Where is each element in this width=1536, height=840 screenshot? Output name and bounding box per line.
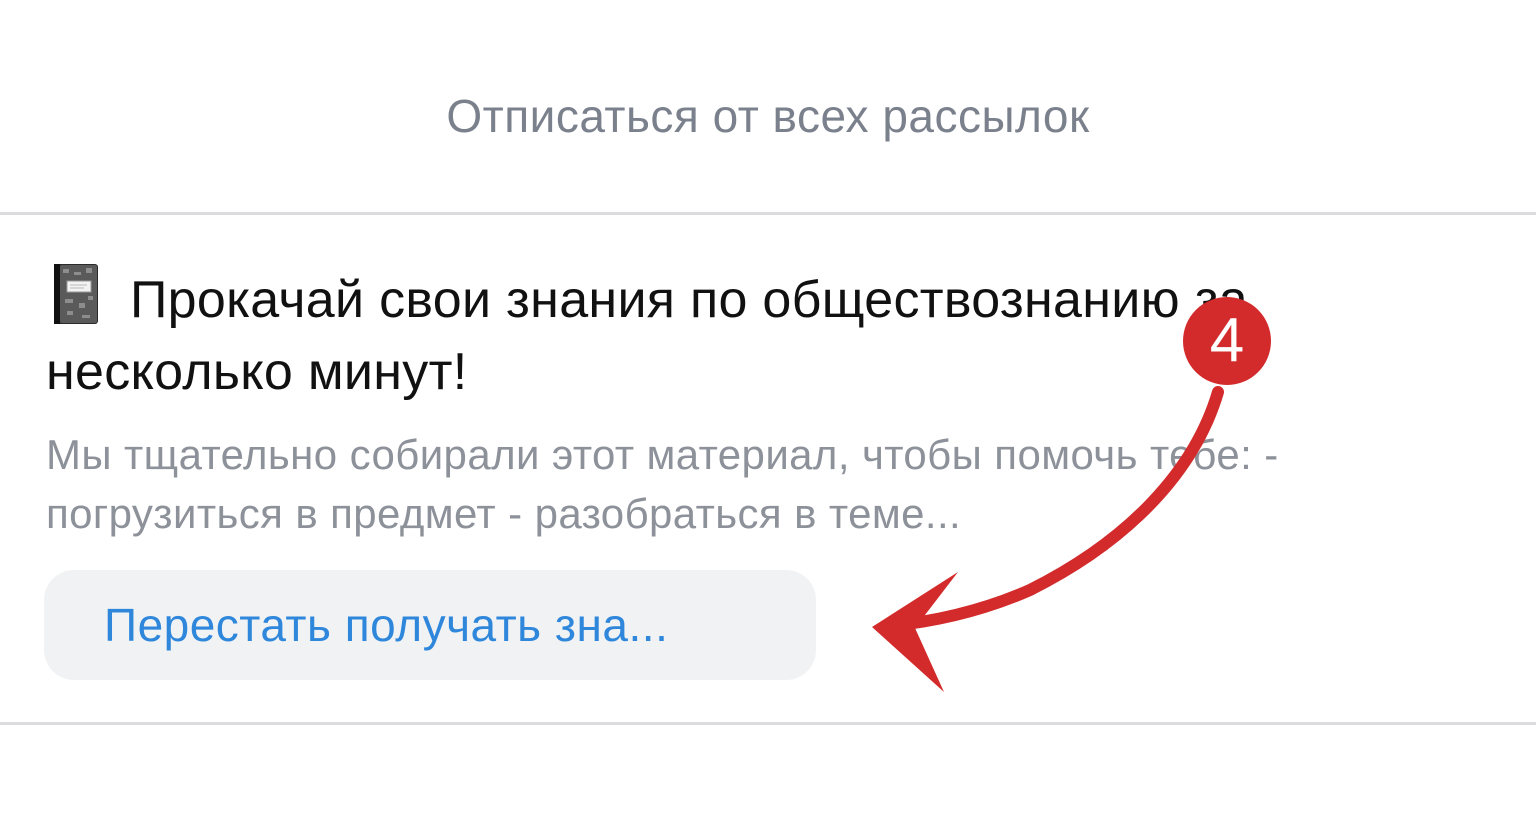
mail-subscriptions-page: Отписаться от всех рассылок Прокачай сво…: [0, 0, 1536, 840]
notebook-icon: [54, 264, 98, 324]
newsletter-title: Прокачай свои знания по обществознанию з…: [46, 271, 1248, 401]
newsletter-card: Прокачай свои знания по обществознанию з…: [0, 215, 1536, 722]
divider: [0, 722, 1536, 725]
newsletter-description: Мы тщательно собирали этот материал, что…: [46, 431, 1279, 537]
unsubscribe-all-link[interactable]: Отписаться от всех рассылок: [0, 84, 1536, 148]
stop-receiving-button[interactable]: Перестать получать зна...: [44, 570, 816, 680]
stop-receiving-button-label: Перестать получать зна...: [104, 599, 669, 651]
step-badge-number: 4: [1209, 306, 1245, 375]
